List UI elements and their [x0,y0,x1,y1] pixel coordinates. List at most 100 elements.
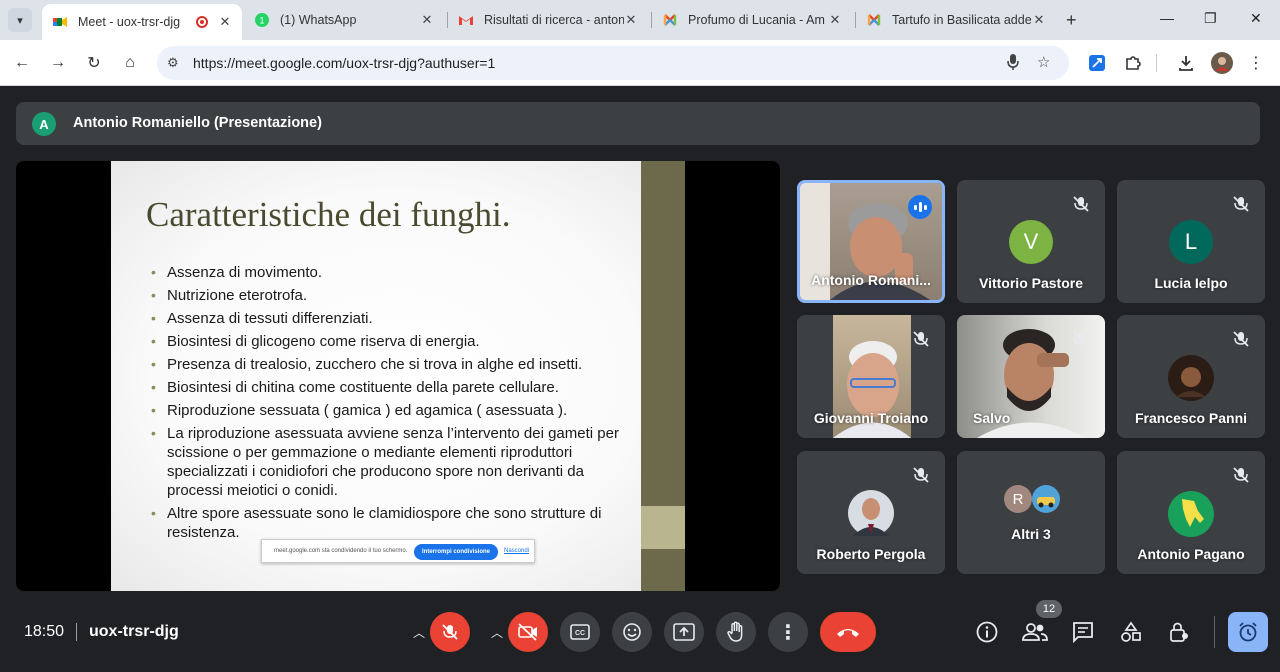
stop-sharing-button[interactable]: Interrompi condivisione [414,544,499,560]
presentation-slide: Caratteristiche dei funghi. Assenza di m… [111,161,685,591]
svg-text:1: 1 [259,16,264,26]
meeting-clock: 18:50 [24,623,65,640]
participant-count-badge: 12 [1036,600,1062,618]
restore-icon[interactable]: ❐ [1204,10,1217,27]
alarm-clock-icon [1239,622,1257,642]
tab-profumo-di-lucania[interactable]: Profumo di Lucania - Am ✕ [652,0,852,40]
new-tab-button[interactable]: + [1066,10,1077,31]
participant-tile-roberto-pergola[interactable]: Roberto Pergola [797,451,945,574]
close-icon[interactable]: ✕ [1032,12,1046,28]
more-options-button[interactable]: ⋮ [768,612,808,652]
participant-avatar: R [1004,485,1032,513]
whatsapp-icon: 1 [255,13,269,27]
participant-tile-giovanni-troiano[interactable]: Giovanni Troiano [797,315,945,438]
close-icon[interactable]: ✕ [218,14,232,30]
download-icon[interactable] [1175,52,1197,74]
mic-off-icon [913,331,929,347]
window-close-icon[interactable]: ✕ [1250,10,1262,27]
mic-off-icon [1233,467,1249,483]
participant-avatar [1168,491,1214,537]
screen-share-bar: meet.google.com sta condividendo il tuo … [261,539,535,563]
participant-name: Lucia Ielpo [1154,275,1228,291]
meeting-info-button[interactable] [974,619,1000,645]
video-options-chevron-up-icon[interactable]: ︿ [491,624,503,641]
people-icon [1022,623,1048,641]
profile-avatar[interactable] [1211,52,1233,74]
host-controls-button[interactable] [1166,619,1192,645]
bookmark-star-icon[interactable]: ☆ [1037,53,1050,71]
raise-hand-button[interactable] [716,612,756,652]
participant-tile-antonio-pagano[interactable]: Antonio Pagano [1117,451,1265,574]
info-icon [976,621,998,643]
participant-tile-salvo[interactable]: Salvo [957,315,1105,438]
participant-tile-antonio-romaniello[interactable]: Antonio Romani... [797,180,945,303]
slide-bullet: Riproduzione sessuata ( gamica ) ed agam… [151,401,621,420]
slide-bullet: Biosintesi di glicogeno come riserva di … [151,332,621,351]
closed-captions-icon: CC [570,624,590,640]
participant-tile-francesco-panni[interactable]: Francesco Panni [1117,315,1265,438]
reload-icon[interactable]: ↻ [83,52,105,74]
puzzle-icon[interactable] [1122,52,1144,74]
participant-name: Salvo [973,410,1011,426]
participant-avatar [1032,485,1060,513]
tab-title: Meet - uox-trsr-djg [78,15,181,29]
address-bar[interactable]: ⚙ https://meet.google.com/uox-trsr-djg?a… [157,46,1069,80]
audio-options-chevron-up-icon[interactable]: ︿ [413,624,425,641]
microphone-icon[interactable] [1006,53,1020,71]
present-screen-button[interactable] [664,612,704,652]
participant-tile-vittorio-pastore[interactable]: V Vittorio Pastore [957,180,1105,303]
speaking-indicator-icon [908,195,932,219]
forward-icon[interactable]: → [47,52,69,74]
site-info-icon[interactable]: ⚙ [167,55,179,71]
tab-search-button[interactable]: ▾ [8,8,32,32]
mic-off-icon [1073,331,1089,347]
close-icon[interactable]: ✕ [828,12,842,28]
reactions-button[interactable] [612,612,652,652]
tab-title: Risultati di ricerca - anton [484,13,624,27]
kebab-menu-icon[interactable]: ⋮ [1245,52,1267,74]
hand-icon [727,621,743,642]
emoji-icon [623,623,641,641]
close-icon[interactable]: ✕ [420,12,434,28]
close-icon[interactable]: ✕ [624,12,638,28]
bottom-separator [76,623,77,641]
presentation-stage[interactable]: Caratteristiche dei funghi. Assenza di m… [16,161,780,591]
tab-tartufo[interactable]: Tartufo in Basilicata adde ✕ [856,0,1056,40]
timer-button[interactable] [1228,612,1268,652]
participant-name: Giovanni Troiano [813,410,929,426]
hang-up-icon [837,629,859,637]
tab-meet[interactable]: Meet - uox-trsr-djg ✕ [42,4,242,40]
slide-decor-stripe [641,161,685,591]
participant-tile-others[interactable]: R Altri 3 [957,451,1105,574]
activities-button[interactable] [1118,619,1144,645]
tab-gmail[interactable]: Risultati di ricerca - anton ✕ [448,0,648,40]
participant-avatar [848,490,894,536]
mic-off-icon [1233,331,1249,347]
url-text[interactable]: https://meet.google.com/uox-trsr-djg?aut… [193,55,495,71]
chat-button[interactable] [1070,619,1096,645]
mic-off-icon [913,467,929,483]
back-icon[interactable]: ← [11,52,33,74]
participant-avatar [1168,355,1214,401]
recording-icon [196,16,208,28]
participant-tile-lucia-ielpo[interactable]: L Lucia Ielpo [1117,180,1265,303]
tab-whatsapp[interactable]: 1 (1) WhatsApp ✕ [244,0,444,40]
people-button[interactable] [1022,619,1048,645]
minimize-icon[interactable]: — [1160,10,1174,26]
shapes-icon [1121,621,1141,642]
hide-share-bar-link[interactable]: Nascondi [504,548,529,554]
mic-off-icon [442,624,458,640]
participant-name: Roberto Pergola [816,546,926,562]
chat-icon [1073,622,1093,643]
presenter-avatar: A [32,112,56,136]
home-icon[interactable]: ⌂ [119,52,141,74]
extension-icon[interactable] [1086,52,1108,74]
mic-toggle-button[interactable] [430,612,470,652]
meet-icon [53,17,67,27]
leave-call-button[interactable] [820,612,876,652]
camera-toggle-button[interactable] [508,612,548,652]
captions-button[interactable]: CC [560,612,600,652]
tab-title: Tartufo in Basilicata adde [892,13,1032,27]
slide-title: Caratteristiche dei funghi. [146,195,511,234]
meeting-code: uox-trsr-djg [89,623,179,640]
